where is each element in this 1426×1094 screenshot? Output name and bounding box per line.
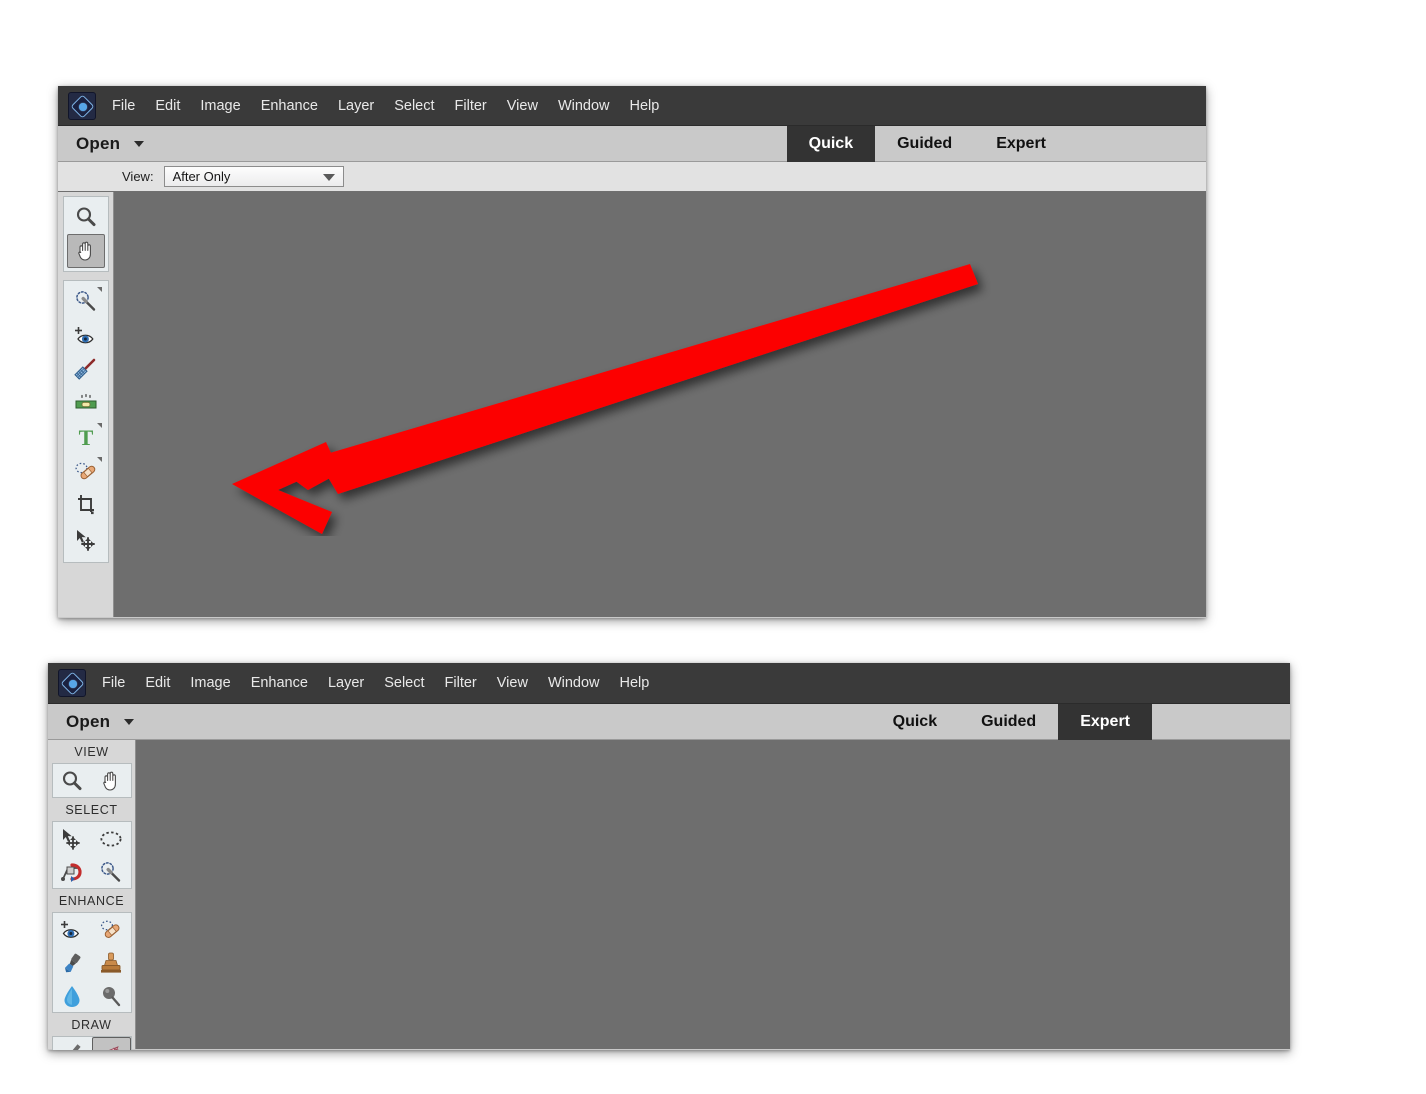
crop-tool[interactable] [67,488,105,522]
menu-item-select[interactable]: Select [374,671,434,695]
menu-bar-window1: File Edit Image Enhance Layer Select Fil… [58,86,1206,126]
menu-item-file[interactable]: File [102,94,145,118]
type-tool[interactable]: T [67,420,105,454]
tab-expert[interactable]: Expert [1058,704,1152,740]
menu-bar-window2: File Edit Image Enhance Layer Select Fil… [48,663,1290,704]
open-button[interactable]: Open [48,712,110,732]
menu-item-layer[interactable]: Layer [328,94,384,118]
photoshop-elements-window-quick: File Edit Image Enhance Layer Select Fil… [58,86,1206,618]
brush-tool[interactable] [53,1037,92,1050]
menu-item-view[interactable]: View [497,94,548,118]
move-tool[interactable] [53,822,92,855]
spot-healing-tool[interactable] [92,913,131,946]
tab-expert[interactable]: Expert [974,126,1068,162]
chevron-down-icon[interactable] [134,140,145,147]
toolbox-group-tools: T [62,280,109,563]
menu-item-window[interactable]: Window [548,94,620,118]
open-bar-window2: Open Quick Guided Expert [48,704,1290,740]
mode-tabs-window1: Quick Guided Expert [786,126,1206,162]
toolbox-section-enhance [51,912,132,1013]
toolbox-section-label-view: VIEW [74,745,109,759]
tab-quick[interactable]: Quick [786,126,876,162]
red-eye-removal-tool[interactable] [53,913,92,946]
zoom-tool[interactable] [67,200,105,234]
red-eye-removal-tool[interactable] [67,318,105,352]
tabs-spacer [1068,126,1206,162]
options-bar-window1: View: After Only [58,162,1206,192]
menu-item-image[interactable]: Image [190,94,250,118]
toolbox-section-draw [51,1036,132,1050]
toolbox-section-label-enhance: ENHANCE [58,894,125,908]
tab-guided[interactable]: Guided [875,126,974,162]
hand-tool[interactable] [92,764,131,797]
dodge-tool[interactable] [92,979,131,1012]
marquee-tool[interactable] [92,822,131,855]
menu-item-select[interactable]: Select [384,94,444,118]
quick-selection-tool[interactable] [67,284,105,318]
view-mode-value: After Only [172,169,231,184]
blur-tool[interactable] [53,979,92,1012]
toolbox-window2: VIEW SELECT ENHANCE DRAW [48,740,136,1050]
zoom-tool[interactable] [53,764,92,797]
menu-item-filter[interactable]: Filter [445,94,497,118]
menu-item-help[interactable]: Help [610,671,660,695]
toolbox-section-label-select: SELECT [65,803,118,817]
photoshop-elements-logo-icon [68,91,96,120]
eraser-tool[interactable] [91,1037,131,1050]
canvas-area-window2[interactable] [136,740,1290,1049]
toolbox-section-view [51,763,132,798]
canvas-area-window1[interactable] [114,192,1206,617]
tool-options-corner-icon [96,423,102,428]
menu-item-filter[interactable]: Filter [435,671,487,695]
photoshop-elements-logo-icon [58,669,86,697]
tab-guided[interactable]: Guided [959,704,1058,740]
menu-item-window[interactable]: Window [538,671,610,695]
lasso-tool[interactable] [53,855,92,888]
chevron-down-icon[interactable] [124,718,135,725]
tool-options-corner-icon [96,287,102,292]
tool-options-corner-icon [96,457,102,462]
quick-selection-tool[interactable] [92,855,131,888]
menu-item-help[interactable]: Help [620,94,670,118]
view-label: View: [122,169,154,184]
window1-body: T [58,192,1206,617]
tab-quick[interactable]: Quick [871,704,959,740]
screenshot-stage: File Edit Image Enhance Layer Select Fil… [0,0,1426,1094]
whiten-teeth-tool[interactable] [67,352,105,386]
menu-item-layer[interactable]: Layer [318,671,374,695]
open-button[interactable]: Open [58,134,120,154]
toolbox-window1: T [58,192,114,617]
tabs-spacer [1152,704,1290,740]
smart-brush-tool[interactable] [53,946,92,979]
window2-body: VIEW SELECT ENHANCE DRAW [48,740,1290,1050]
mode-tabs-window2: Quick Guided Expert [871,704,1290,740]
menu-item-view[interactable]: View [487,671,538,695]
menu-item-edit[interactable]: Edit [135,671,180,695]
move-tool[interactable] [67,522,105,556]
svg-text:T: T [78,425,93,449]
menu-item-image[interactable]: Image [180,671,240,695]
menu-item-file[interactable]: File [92,671,135,695]
menu-item-enhance[interactable]: Enhance [251,94,328,118]
toolbox-group-view [62,196,109,272]
spot-healing-tool[interactable] [67,454,105,488]
toolbox-section-label-draw: DRAW [71,1018,112,1032]
straighten-tool[interactable] [67,386,105,420]
chevron-down-icon [322,174,335,181]
menu-item-edit[interactable]: Edit [145,94,190,118]
hand-tool[interactable] [66,234,105,268]
view-mode-select[interactable]: After Only [163,166,344,187]
photoshop-elements-window-expert: File Edit Image Enhance Layer Select Fil… [48,663,1290,1050]
menu-item-enhance[interactable]: Enhance [241,671,318,695]
clone-stamp-tool[interactable] [92,946,131,979]
toolbox-section-select [51,821,132,889]
open-bar-window1: Open Quick Guided Expert [58,126,1206,162]
